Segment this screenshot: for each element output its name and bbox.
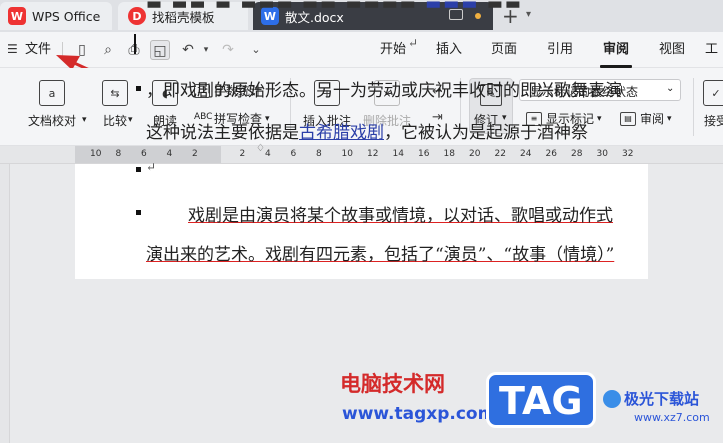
doc-line-2: 这种说法主要依据是古希腊戏剧，它被认为是起源于酒神祭 <box>146 118 588 143</box>
ribbon-divider <box>693 78 694 136</box>
ruler-label: 2 <box>192 149 198 159</box>
accept-icon: ✓ <box>703 80 723 106</box>
watermark-site-cn: 电脑技术网 <box>340 372 445 396</box>
cut-off-line: ▬ ▬▬ ▬ ▬▬▬ ▬▬ ▬▬▬▬ ▬▬▬ ▬▬ ▬▬▬ <box>146 0 523 12</box>
doc-text: ，它被认为是起源于酒神祭 <box>384 123 588 143</box>
watermark-site-url: www.tagxp.com <box>342 404 496 424</box>
vertical-ruler[interactable] <box>0 164 10 443</box>
ruler-label: 16 <box>418 149 430 159</box>
chevron-down-icon[interactable]: ▾ <box>597 114 602 124</box>
proofread-button[interactable]: a 文档校对 <box>28 80 76 129</box>
ruler-label: 30 <box>596 149 608 159</box>
ruler-label: 12 <box>367 149 379 159</box>
ruler-label: 24 <box>520 149 532 159</box>
ruler-label: 28 <box>571 149 583 159</box>
doc-line-4: 演出来的艺术。戏剧有四元素，包括了“演员”、“故事（情境）” <box>146 245 615 265</box>
paragraph-mark: ↵ <box>146 160 157 174</box>
ruler-label: 22 <box>494 149 506 159</box>
chevron-down-icon[interactable]: ▾ <box>667 114 672 124</box>
compare-label: 比较 <box>102 114 127 128</box>
ruler-label: 8 <box>316 149 322 159</box>
paragraph-mark: ↵ <box>408 36 419 50</box>
ruler-label: 2 <box>239 149 246 159</box>
doc-line-3: 戏剧是由演员将某个故事或情境，以对话、歌唱或动作式 <box>188 206 613 226</box>
ruler-label: 6 <box>290 149 297 159</box>
review-pane-icon: ▤ <box>620 111 636 126</box>
ruler-label: 26 <box>545 149 557 159</box>
compare-button[interactable]: ⇆ 比较 <box>102 80 128 129</box>
review-pane-label: 审阅 <box>640 112 665 126</box>
ruler-label: 10 <box>341 149 353 159</box>
accept-button[interactable]: ✓ 接受 <box>703 80 723 129</box>
proofread-icon: a <box>39 80 65 106</box>
horizontal-ruler[interactable]: 10 8 6 4 2 2 4 6 8 10 12 14 16 18 20 22 24 26 28 30 32 ♢ <box>0 143 723 164</box>
doc-text: 这种说法主要依据是 <box>146 123 299 143</box>
indent-marker-icon[interactable]: ♢ <box>256 143 265 154</box>
chevron-down-icon[interactable]: ▾ <box>128 115 133 125</box>
ruler-labels: 10 8 6 4 2 2 4 6 8 10 12 14 16 18 20 22 24 26 28 30 32 <box>0 149 723 163</box>
ruler-label: 8 <box>115 149 122 159</box>
paragraph-bullet <box>136 167 141 172</box>
paragraph-bullet <box>136 86 141 91</box>
watermark-brand: 极光下载站 <box>624 390 700 408</box>
review-pane-button[interactable]: ▤ 审阅 ▾ <box>620 110 672 127</box>
page-gutter <box>10 164 75 443</box>
ruler-label: 32 <box>622 149 634 159</box>
accept-label: 接受 <box>703 114 723 128</box>
ruler-label: 20 <box>469 149 481 159</box>
compare-icon: ⇆ <box>102 80 128 106</box>
text-cursor <box>134 34 136 54</box>
watermark-brand-url: www.xz7.com <box>634 411 710 424</box>
chevron-down-icon: ⌄ <box>666 83 675 94</box>
ruler-label: 18 <box>443 149 455 159</box>
ruler-label: 4 <box>265 149 271 159</box>
chevron-down-icon[interactable]: ▾ <box>82 115 87 125</box>
ruler-label: 4 <box>166 149 173 159</box>
ruler-label: 10 <box>90 149 102 159</box>
ruler-label: 6 <box>141 149 147 159</box>
proofread-label: 文档校对 <box>28 114 77 128</box>
ruler-label: 14 <box>392 149 404 159</box>
doc-line-1: ，即戏剧的原始形态。另一为劳动或庆祝丰收时的即兴歌舞表演 <box>146 81 622 101</box>
doc-link[interactable]: 古希腊戏剧 <box>299 123 384 143</box>
aurora-logo-icon <box>603 390 621 408</box>
watermark-tag-text: TAG <box>499 379 583 423</box>
watermark-tag-badge: TAG <box>486 372 596 428</box>
paragraph-bullet <box>136 210 141 215</box>
